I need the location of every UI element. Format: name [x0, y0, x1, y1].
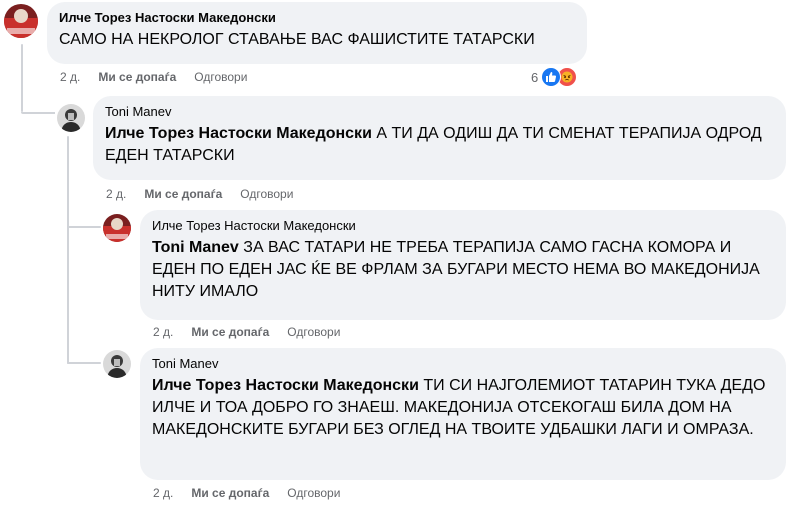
comment-author[interactable]: Toni Manev — [105, 104, 774, 120]
avatar[interactable] — [103, 214, 131, 242]
like-button[interactable]: Ми се допаѓа — [98, 70, 176, 84]
mention-link[interactable]: Toni Manev — [152, 239, 239, 256]
avatar[interactable] — [4, 4, 38, 38]
reply-button[interactable]: Одговори — [287, 486, 340, 500]
comment-bubble: Илче Торез Настоски Македонски Toni Mane… — [140, 210, 786, 320]
thread-line — [67, 362, 101, 364]
comment-thread: Илче Торез Настоски Македонски САМО НА Н… — [0, 0, 800, 505]
comment-actions: 2 д. Ми се допаѓа Одговори — [153, 485, 358, 501]
like-button[interactable]: Ми се допаѓа — [144, 187, 222, 201]
avatar[interactable] — [57, 104, 85, 132]
comment-time[interactable]: 2 д. — [153, 325, 173, 339]
thread-line — [21, 112, 55, 114]
comment-author[interactable]: Toni Manev — [152, 356, 774, 372]
reaction-summary[interactable]: 6 — [531, 67, 578, 87]
comment-bubble: Toni Manev Илче Торез Настоски Македонск… — [140, 348, 786, 480]
comment-actions: 2 д. Ми се допаѓа Одговори — [106, 186, 311, 202]
comment-author[interactable]: Илче Торез Настоски Македонски — [152, 218, 774, 234]
comment-actions: 2 д. Ми се допаѓа Одговори — [153, 324, 358, 340]
mention-link[interactable]: Илче Торез Настоски Македонски — [152, 377, 419, 394]
comment-author[interactable]: Илче Торез Настоски Македонски — [59, 10, 575, 26]
thread-line — [21, 44, 23, 112]
like-button[interactable]: Ми се допаѓа — [191, 325, 269, 339]
like-icon — [541, 67, 562, 87]
comment-text: САМО НА НЕКРОЛОГ СТАВАЊЕ ВАС ФАШИСТИТЕ Т… — [59, 31, 535, 48]
comment-actions: 2 д. Ми се допаѓа Одговори — [60, 69, 265, 85]
comment-text: Илче Торез Настоски Македонски ТИ СИ НАЈ… — [152, 375, 774, 441]
thread-line — [67, 226, 101, 228]
comment-bubble: Илче Торез Настоски Македонски САМО НА Н… — [47, 2, 587, 64]
avatar[interactable] — [103, 350, 131, 378]
comment-time[interactable]: 2 д. — [153, 486, 173, 500]
comment-body: ЗА ВАС ТАТАРИ НЕ ТРЕБА ТЕРАПИЈА САМО ГАС… — [152, 239, 760, 300]
comment-time[interactable]: 2 д. — [60, 70, 80, 84]
reply-button[interactable]: Одговори — [240, 187, 293, 201]
comment-text: Toni Manev ЗА ВАС ТАТАРИ НЕ ТРЕБА ТЕРАПИ… — [152, 237, 774, 303]
thread-line — [67, 136, 69, 364]
like-button[interactable]: Ми се допаѓа — [191, 486, 269, 500]
comment-bubble: Toni Manev Илче Торез Настоски Македонск… — [93, 96, 786, 180]
reply-button[interactable]: Одговори — [287, 325, 340, 339]
reaction-count: 6 — [531, 69, 539, 85]
comment-text: Илче Торез Настоски Македонски А ТИ ДА О… — [105, 123, 774, 167]
mention-link[interactable]: Илче Торез Настоски Македонски — [105, 125, 372, 142]
comment-time[interactable]: 2 д. — [106, 187, 126, 201]
reply-button[interactable]: Одговори — [194, 70, 247, 84]
